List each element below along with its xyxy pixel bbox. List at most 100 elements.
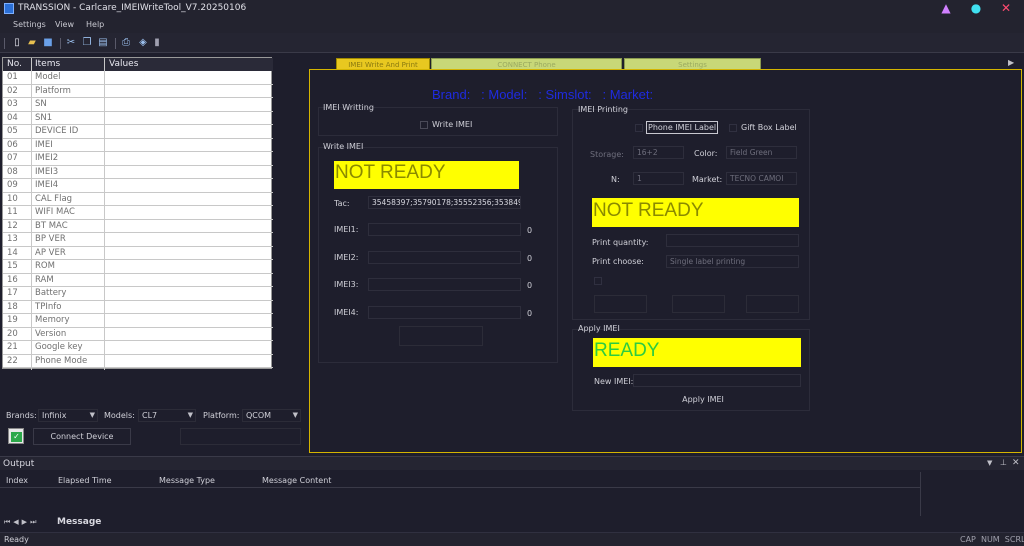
status-text: Ready: [4, 535, 29, 544]
row-item: IMEI2: [35, 153, 59, 163]
apply-imei-button[interactable]: Apply IMEI: [672, 391, 734, 408]
table-row[interactable]: 01 Model: [3, 71, 273, 85]
new-imei-input[interactable]: [633, 374, 801, 387]
copy-icon[interactable]: ❐: [81, 37, 93, 49]
output-pane-header: Output ▼ ⊥ ✕: [0, 456, 1024, 470]
table-row[interactable]: 18 TPInfo: [3, 301, 273, 314]
table-row[interactable]: 12 BT MAC: [3, 220, 273, 233]
help-icon[interactable]: ▮: [151, 37, 163, 49]
table-row[interactable]: 05 DEVICE ID: [3, 125, 273, 139]
imei2-input[interactable]: [368, 251, 521, 264]
imei1-input[interactable]: [368, 223, 521, 236]
table-row[interactable]: 14 AP VER: [3, 247, 273, 260]
table-row[interactable]: 19 Memory: [3, 314, 273, 328]
storage-select[interactable]: 16+2: [633, 146, 684, 159]
market-select[interactable]: TECNO CAMOI: [726, 172, 797, 185]
output-nav-arrows-icon[interactable]: ⏮◀▶⏭: [4, 518, 39, 527]
imei4-count: 0: [527, 309, 533, 318]
connect-device-button[interactable]: Connect Device: [33, 428, 131, 445]
table-row[interactable]: 16 RAM: [3, 274, 273, 287]
row-item: AP VER: [35, 247, 66, 258]
table-row[interactable]: 07 IMEI2: [3, 152, 273, 166]
paste-icon[interactable]: ▤: [97, 37, 109, 49]
table-row[interactable]: 22 Phone Mode: [3, 355, 273, 368]
table-row[interactable]: 03 SN: [3, 98, 273, 112]
menu-settings[interactable]: Settings: [13, 20, 46, 29]
platform-select[interactable]: QCOM ▼: [242, 409, 301, 422]
table-row[interactable]: 21 Google key: [3, 341, 273, 355]
table-header: No. Items Values: [3, 58, 273, 71]
brands-value: Infinix: [42, 411, 67, 420]
row-item: Model: [35, 72, 61, 82]
row-item: CAL Flag: [35, 193, 73, 204]
toolbar: ▯ ▰ ■ ✂ ❐ ▤ ⎙ ◈ ▮: [0, 33, 1024, 53]
menu-help[interactable]: Help: [86, 20, 104, 29]
table-row[interactable]: 11 WIFI MAC: [3, 206, 273, 220]
print-option-checkbox[interactable]: [594, 277, 602, 285]
imei4-input[interactable]: [368, 306, 521, 319]
about-icon[interactable]: ◈: [137, 37, 149, 49]
tac-field[interactable]: 35458397;35790178;35552356;3538495: [368, 196, 521, 209]
row-item: Platform: [35, 85, 71, 96]
table-row[interactable]: 17 Battery: [3, 287, 273, 301]
cut-icon[interactable]: ✂: [65, 37, 77, 49]
new-file-icon[interactable]: ▯: [11, 37, 23, 49]
maximize-icon[interactable]: ●: [966, 0, 986, 17]
models-label: Models:: [104, 411, 135, 420]
table-row[interactable]: 15 ROM: [3, 260, 273, 274]
row-number: 03: [7, 99, 18, 109]
write-status-banner: NOT READY: [334, 161, 519, 189]
print-choose-select[interactable]: Single label printing: [666, 255, 799, 268]
print-icon[interactable]: ⎙: [120, 37, 132, 49]
write-button-disabled[interactable]: [399, 326, 483, 346]
row-number: 12: [7, 220, 18, 231]
disabled-button[interactable]: [180, 428, 301, 445]
tab-scroll-right-icon[interactable]: ▶: [1008, 58, 1014, 67]
open-folder-icon[interactable]: ▰: [26, 37, 38, 49]
apply-status-banner: READY: [593, 338, 801, 367]
table-row[interactable]: 13 BP VER: [3, 233, 273, 247]
imei3-input[interactable]: [368, 278, 521, 291]
table-row[interactable]: 20 Version: [3, 328, 273, 341]
row-item: RAM: [35, 274, 54, 285]
row-number: 02: [7, 85, 18, 96]
table-row[interactable]: 08 IMEI3: [3, 166, 273, 179]
device-status-icon: ✓: [8, 428, 24, 444]
message-tab[interactable]: Message: [57, 517, 101, 527]
table-row[interactable]: 02 Platform: [3, 85, 273, 98]
print-quantity-input[interactable]: [666, 234, 799, 247]
n-spinner[interactable]: 1: [633, 172, 684, 185]
write-imei-checkbox[interactable]: [420, 121, 428, 129]
output-divider: [0, 487, 920, 488]
color-select[interactable]: Field Green: [726, 146, 797, 159]
print-button-disabled[interactable]: [594, 295, 647, 313]
output-close-icon[interactable]: ✕: [1012, 458, 1020, 468]
phone-label-checkbox[interactable]: [635, 124, 643, 132]
close-icon[interactable]: ✕: [996, 0, 1016, 17]
platform-label: Platform:: [203, 411, 240, 420]
chevron-down-icon: ▼: [292, 411, 298, 419]
table-row[interactable]: 09 IMEI4: [3, 179, 273, 193]
table-row[interactable]: 10 CAL Flag: [3, 193, 273, 206]
gift-box-checkbox[interactable]: [729, 124, 737, 132]
row-number: 18: [7, 301, 18, 312]
output-pin-icon[interactable]: ⊥: [1000, 458, 1007, 467]
table-row[interactable]: 06 IMEI: [3, 139, 273, 152]
color-label: Color:: [694, 149, 718, 158]
models-select[interactable]: CL7 ▼: [138, 409, 196, 422]
reset-button-disabled[interactable]: [746, 295, 799, 313]
row-item: IMEI4: [35, 180, 59, 190]
output-menu-icon[interactable]: ▼: [987, 459, 992, 467]
row-number: 10: [7, 193, 18, 204]
save-icon[interactable]: ■: [42, 37, 54, 49]
row-number: 07: [7, 153, 18, 163]
minimize-icon[interactable]: ▲: [936, 0, 956, 17]
table-row[interactable]: 04 SN1: [3, 112, 273, 125]
models-value: CL7: [142, 411, 158, 420]
menu-view[interactable]: View: [55, 20, 74, 29]
brands-select[interactable]: Infinix ▼: [38, 409, 98, 422]
row-number: 14: [7, 247, 18, 258]
column-divider: [31, 58, 32, 370]
preview-button-disabled[interactable]: [672, 295, 725, 313]
print-choose-label: Print choose:: [592, 257, 644, 266]
